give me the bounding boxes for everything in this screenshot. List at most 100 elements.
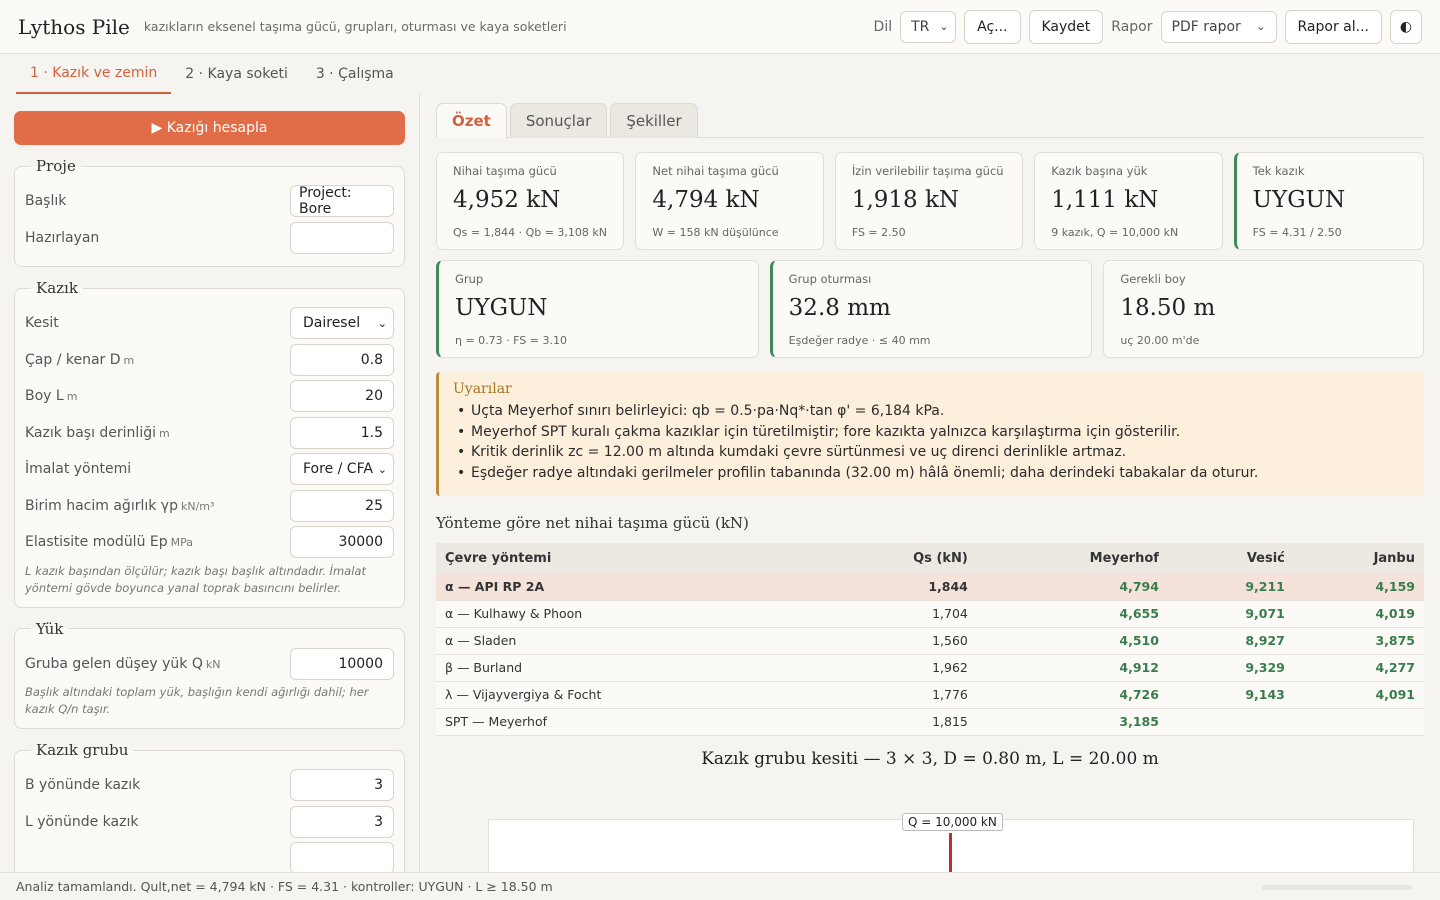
- modulus-input[interactable]: 30000: [290, 526, 394, 559]
- project-title-row: Başlık Project: Bore: [25, 183, 394, 220]
- step-tab-pile-soil[interactable]: 1 · Kazık ve zemin: [16, 54, 172, 94]
- summary-cards-row-1: Nihai taşıma gücü 4,952 kN Qs = 1,844 · …: [436, 152, 1425, 250]
- table-row[interactable]: α — API RP 2A 1,844 4,794 9,211 4,159: [436, 573, 1424, 601]
- project-legend: Proje: [36, 157, 76, 175]
- piles-b-input[interactable]: 3: [290, 769, 394, 802]
- warnings-list: Uçta Meyerhof sınırı belirleyici: qb = 0…: [453, 401, 1410, 483]
- language-value: TR: [911, 18, 930, 35]
- modulus-label: Elastisite modülü Ep MPa: [25, 534, 194, 551]
- app-title: Lythos Pile: [18, 14, 130, 39]
- get-report-button[interactable]: Rapor al...: [1284, 9, 1382, 44]
- piles-l-row: L yönünde kazık 3: [25, 804, 394, 841]
- warnings-title: Uyarılar: [453, 381, 512, 397]
- load-row: Gruba gelen düşey yük QkN 10000: [25, 646, 394, 683]
- load-label: Gruba gelen düşey yük QkN: [25, 655, 221, 672]
- step-tab-rock-socket[interactable]: 2 · Kaya soketi: [171, 54, 302, 94]
- pile-group: Kazık Kesit Dairesel ⌄ Çap / kenar Dm 0.…: [14, 279, 405, 608]
- next-input[interactable]: [290, 842, 394, 872]
- warning-item: Kritik derinlik zc = 12.00 m altında kum…: [453, 442, 1410, 463]
- chevron-down-icon: ⌄: [939, 20, 949, 33]
- column-header: Janbu: [1293, 543, 1424, 573]
- head-depth-label: Kazık başı derinliği m: [25, 424, 170, 441]
- language-select[interactable]: TR ⌄: [900, 10, 957, 43]
- load-arrow: [949, 832, 952, 872]
- column-header: Qs (kN): [817, 543, 977, 573]
- next-row: [25, 840, 394, 872]
- chevron-down-icon: ⌄: [377, 316, 387, 330]
- diameter-input[interactable]: 0.8: [290, 343, 394, 376]
- progress-bar: [1262, 885, 1412, 890]
- status-bar: Analiz tamamlandı. Qult,net = 4,794 kN ·…: [0, 872, 1440, 900]
- method-table-title: Yönteme göre net nihai taşıma gücü (kN): [436, 514, 749, 532]
- warnings-box: Uyarılar Uçta Meyerhof sınırı belirleyic…: [436, 372, 1424, 496]
- prepared-by-input[interactable]: [290, 221, 394, 254]
- report-format-select[interactable]: PDF rapor ⌄: [1160, 10, 1277, 43]
- column-header: Vesić: [1167, 543, 1294, 573]
- calculate-pile-button[interactable]: ▶ Kazığı hesapla: [14, 111, 405, 145]
- table-row[interactable]: β — Burland 1,962 4,912 9,329 4,277: [436, 654, 1424, 682]
- step-tab-run[interactable]: 3 · Çalışma: [302, 54, 408, 94]
- prepared-by-row: Hazırlayan: [25, 220, 394, 257]
- load-input[interactable]: 10000: [290, 647, 394, 680]
- section-row: Kesit Dairesel ⌄: [25, 305, 394, 342]
- table-row[interactable]: α — Kulhawy & Phoon 1,704 4,655 9,071 4,019: [436, 600, 1424, 628]
- head-depth-input[interactable]: 1.5: [290, 416, 394, 449]
- app-subtitle: kazıkların eksenel taşıma gücü, grupları…: [143, 19, 567, 34]
- chevron-down-icon: ⌄: [1256, 20, 1266, 33]
- warning-item: Eşdeğer radye altındaki gerilmeler profi…: [453, 463, 1410, 484]
- project-group: Proje Başlık Project: Bore Hazırlayan: [14, 157, 405, 267]
- tab-summary[interactable]: Özet: [436, 103, 507, 138]
- project-title-label: Başlık: [25, 193, 67, 210]
- load-per-pile-card: Kazık başına yük 1,111 kN 9 kazık, Q = 1…: [1034, 152, 1223, 250]
- chevron-down-icon: ⌄: [377, 462, 387, 476]
- tab-figures[interactable]: Şekiller: [610, 103, 698, 138]
- warning-item: Uçta Meyerhof sınırı belirleyici: qb = 0…: [453, 401, 1410, 422]
- unit-weight-input[interactable]: 25: [290, 489, 394, 522]
- length-input[interactable]: 20: [290, 380, 394, 413]
- ultimate-capacity-card: Nihai taşıma gücü 4,952 kN Qs = 1,844 · …: [436, 152, 625, 250]
- theme-toggle-icon[interactable]: ◐: [1390, 9, 1422, 44]
- figure-title: Kazık grubu kesiti — 3 × 3, D = 0.80 m, …: [701, 748, 1159, 769]
- table-header-row: Çevre yöntemi Qs (kN) Meyerhof Vesić Jan…: [436, 543, 1424, 573]
- piles-b-row: B yönünde kazık 3: [25, 767, 394, 804]
- tab-results[interactable]: Sonuçlar: [509, 103, 608, 138]
- table-row[interactable]: SPT — Meyerhof 1,815 3,185: [436, 708, 1424, 736]
- section-label: Kesit: [25, 315, 59, 332]
- modulus-row: Elastisite modülü Ep MPa 30000: [25, 524, 394, 561]
- step-tabs: 1 · Kazık ve zemin 2 · Kaya soketi 3 · Ç…: [0, 54, 1440, 94]
- table-row[interactable]: α — Sladen 1,560 4,510 8,927 3,875: [436, 627, 1424, 655]
- single-pile-status-card: Tek kazık UYGUN FS = 4.31 / 2.50: [1233, 152, 1425, 250]
- head-depth-row: Kazık başı derinliği m 1.5: [25, 415, 394, 452]
- pile-legend: Kazık: [36, 279, 78, 297]
- piles-l-input[interactable]: 3: [290, 805, 394, 838]
- table-row[interactable]: λ — Vijayvergiya & Focht 1,776 4,726 9,143…: [436, 681, 1424, 709]
- method-label: İmalat yöntemi: [25, 461, 132, 478]
- piles-l-label: L yönünde kazık: [25, 813, 139, 830]
- length-label: Boy Lm: [25, 388, 78, 405]
- load-label-tag: Q = 10,000 kN: [902, 812, 1003, 831]
- report-format-value: PDF rapor: [1171, 18, 1241, 35]
- pile-note: L kazık başından ölçülür; kazık başı baş…: [25, 563, 366, 595]
- save-button[interactable]: Kaydet: [1028, 9, 1104, 44]
- method-select[interactable]: Fore / CFA ⌄: [290, 453, 394, 486]
- result-tabs: Özet Sonuçlar Şekiller: [436, 103, 1424, 138]
- unit-weight-label: Birim hacim ağırlık γp kN/m³: [25, 497, 215, 514]
- pile-group-figure: Q = 10,000 kN: [436, 769, 1424, 872]
- diameter-row: Çap / kenar Dm 0.8: [25, 342, 394, 379]
- load-legend: Yük: [36, 619, 64, 638]
- open-button[interactable]: Aç...: [964, 9, 1021, 44]
- column-header: Meyerhof: [976, 543, 1168, 573]
- top-bar: Lythos Pile kazıkların eksenel taşıma gü…: [0, 0, 1440, 54]
- results-panel: Özet Sonuçlar Şekiller Nihai taşıma gücü…: [421, 94, 1440, 872]
- warning-item: Meyerhof SPT kuralı çakma kazıklar için …: [453, 422, 1410, 443]
- unit-weight-row: Birim hacim ağırlık γp kN/m³ 25: [25, 488, 394, 525]
- status-text: Analiz tamamlandı. Qult,net = 4,794 kN ·…: [16, 879, 553, 894]
- group-status-card: Grup UYGUN η = 0.73 · FS = 3.10: [436, 260, 759, 358]
- prepared-by-label: Hazırlayan: [25, 229, 100, 246]
- section-select[interactable]: Dairesel ⌄: [290, 307, 394, 340]
- summary-cards-row-2: Grup UYGUN η = 0.73 · FS = 3.10 Grup otu…: [436, 260, 1425, 358]
- method-value: Fore / CFA: [303, 461, 373, 478]
- language-label: Dil: [873, 18, 893, 35]
- project-title-input[interactable]: Project: Bore: [290, 185, 394, 218]
- diameter-label: Çap / kenar Dm: [25, 351, 135, 368]
